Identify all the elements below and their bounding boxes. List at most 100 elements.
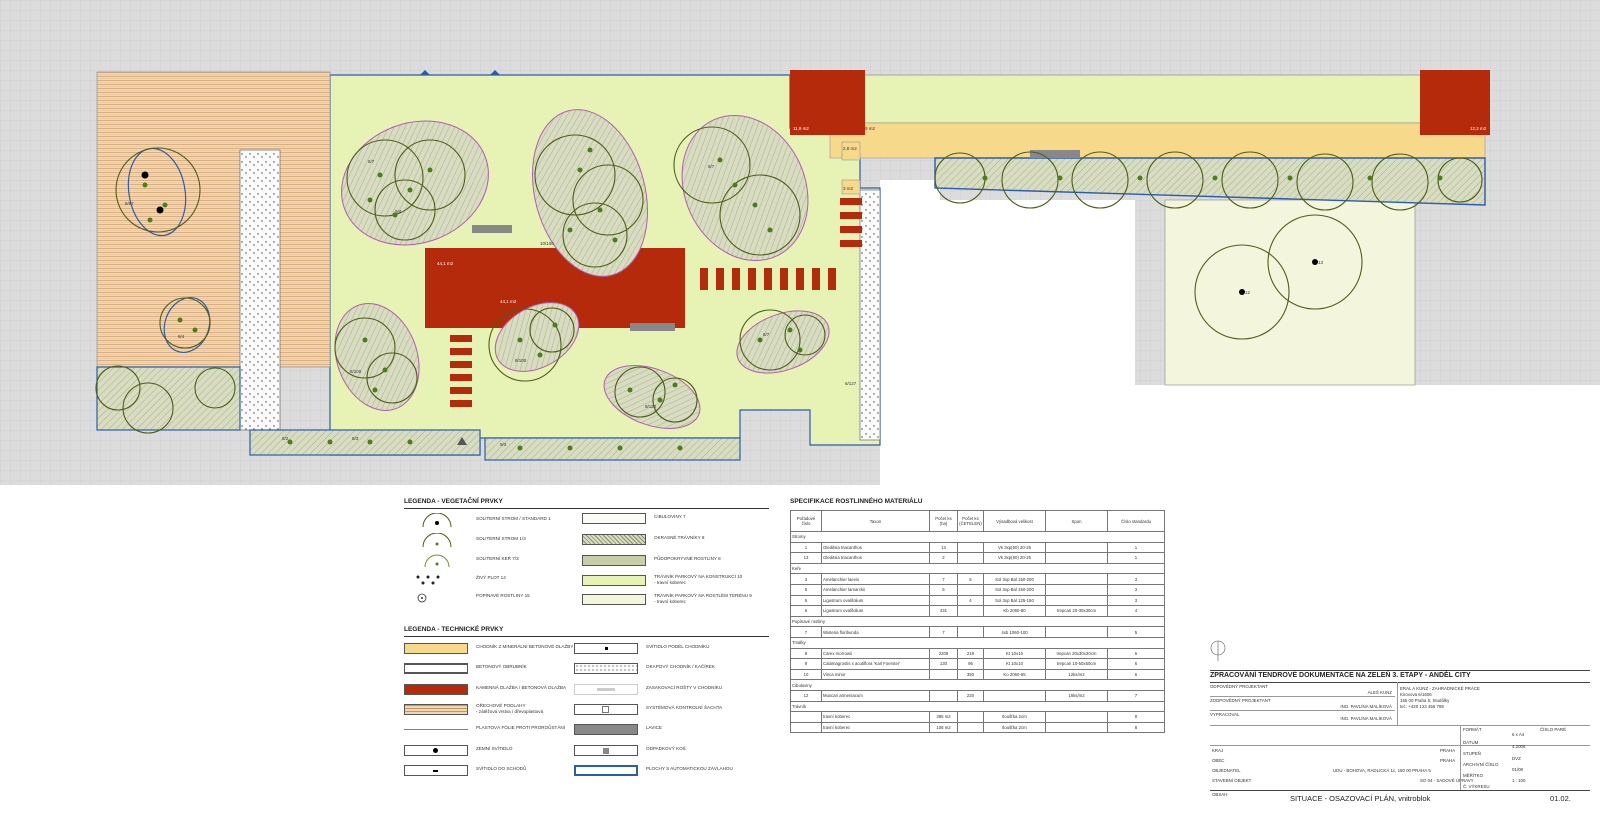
spec-cell: Vinca minor (821, 668, 930, 681)
spec-cell: 218 (957, 647, 984, 660)
legend-label: TRÁVNÍK PARKOVÝ NA KONSTRUKCI 10 (654, 574, 743, 579)
spec-cell: 1 (1107, 541, 1165, 554)
meta-label: ARCHIVNÍ ČÍSLO (1463, 762, 1499, 767)
irrigation-swatch (574, 765, 638, 776)
tb-label: ODPOVĚDNÝ PROJEKTANT (1210, 684, 1268, 689)
wood-deck (96, 71, 331, 368)
divider (1210, 710, 1395, 711)
meta-label: FORMÁT (1463, 727, 1482, 732)
spec-row: 9 Calamagrostis x acutiflora 'Karl Foerst… (790, 658, 1165, 670)
groundcover-bed-south (249, 429, 481, 456)
spec-cell (929, 689, 958, 702)
lawn-natural-ground (1164, 199, 1416, 386)
legend-label: PLASTOVÁ FÓLIE PROTI PROROŮSTÁNÍ (476, 725, 566, 730)
spec-cell: 9 (790, 658, 822, 670)
tree-label: 8/120 (645, 404, 657, 409)
spec-cell (957, 583, 984, 596)
legend-label: POPÍNAVÉ ROSTLINY 15 (476, 593, 530, 598)
tb-label: STAVEBNÍ OBJEKT (1212, 778, 1252, 783)
spec-cell (929, 668, 958, 681)
meta-label: Č. VÝKRESU (1463, 784, 1490, 789)
legend-label: SYSTÉMOVÁ KONTROLNÍ ŠACHTA (646, 705, 723, 710)
empty-area (935, 200, 1135, 485)
tree-label: 8/7 (763, 332, 770, 337)
spec-cell (929, 594, 958, 607)
spec-row: 6 Ligustrum ovalifolium 431 Kb 2060-80 trepc… (790, 605, 1165, 617)
legend-item: SOLITERNÍ STROM 1/3 (404, 533, 584, 549)
spec-row: 1 Gleditsia triacanthos 13 Vk 3xp(60) 20-25… (790, 541, 1165, 554)
spec-cell: Amelanchier lamarckii (821, 583, 930, 596)
site-plan-drawing: 8/7 10/100 8/7 8/100 8/100 8/120 8/7 8/8… (0, 0, 1600, 485)
bench (472, 225, 512, 233)
spec-cell: Amelanchier laevis (821, 573, 930, 585)
gravel-swatch (574, 663, 638, 674)
foil-line (404, 729, 468, 730)
tree-icon (422, 533, 452, 548)
spec-cell: Kt 10x10 (983, 647, 1046, 660)
spec-cell: 7 (1107, 689, 1165, 702)
legend-item: SOLITERNÍ STROM / STANDARD 1 (404, 513, 584, 529)
tree-label: 8/7 (368, 159, 375, 164)
legend-label: - zátěžová vrstva / dřevoplastová (476, 709, 544, 714)
spec-cell: 5 (1107, 626, 1165, 638)
tb-label: OBEC (1212, 758, 1225, 763)
spec-cell: 7 (929, 573, 958, 585)
spec-cell: 395 m2 (929, 711, 958, 723)
spec-cell (790, 721, 822, 734)
spec-header-cell: Číslo standardu (1107, 510, 1165, 532)
area-label: 11,9 m2 (793, 126, 809, 131)
legend-item: SVÍTIDLO PODÉL CHODNÍKU (574, 641, 764, 657)
legend-label: PLOCHY S AUTOMATICKOU ZÁVLAHOU (646, 766, 733, 771)
north-arrow-icon (1210, 640, 1226, 661)
divider (1397, 682, 1398, 725)
tree-label: 10/100 (540, 241, 554, 246)
spec-group-row: Stromy (790, 531, 1165, 543)
spec-cell: Gleditsia triacanthos (821, 541, 930, 554)
spec-cell: 12ks/m2 (1045, 668, 1108, 681)
legend-item: ZEMNÍ SVÍTIDLO (404, 743, 584, 759)
legend-label: - travní koberec (654, 599, 686, 604)
area-label: 9 m2 (865, 126, 876, 131)
spec-header-row: Pořadové číslo Taxon Počet ks (ha) Počet ks… (790, 510, 1165, 532)
legend-item: OŘECHOVÉ PODLAHY - zátěžová vrstva / dře… (404, 702, 584, 718)
walk-light-swatch (574, 643, 638, 654)
spec-cell: 3 (1107, 583, 1165, 596)
spec-row: 3 Amelanchier laevis 7 5 Sol 3xp Bal 150-200… (790, 573, 1165, 585)
spec-row: 5 Amelanchier lamarckii 5 Sol 3xp Bal 150-2… (790, 583, 1165, 596)
spec-cell: 2 (929, 552, 958, 564)
spec-cell: 4xb 1060-100 (983, 626, 1046, 638)
legend-label: ZEMNÍ SVÍTIDLO (476, 746, 513, 751)
legend-item: PLASTOVÁ FÓLIE PROTI PROROŮSTÁNÍ (404, 722, 584, 738)
spec-cell (983, 689, 1046, 702)
spec-cell: 130 (929, 658, 958, 670)
spec-header-cell: Počet ks (ha) (929, 510, 958, 532)
bin-swatch (574, 745, 638, 756)
project-title: ZPRACOVÁNÍ TENDROVÉ DOKUMENTACE NA ZELEŇ… (1210, 672, 1471, 679)
spec-cell: 5 (957, 573, 984, 585)
legend-item: ODPADKOVÝ KOŠ (574, 743, 764, 759)
tb-label: VYPRACOVAL (1210, 712, 1240, 717)
company-line: 155 00 Praha 5, Stodůlky (1400, 698, 1450, 703)
legend-label: SOLITERNÍ KEŘ 7/3 (476, 556, 519, 561)
spec-cell: trepcan 20-30x30cm (1045, 605, 1108, 617)
lawn-ground-swatch (582, 594, 646, 605)
legend-label: CHODNÍK Z MINERÁLNÍ BETONOVÉ DLAŽBY (476, 644, 574, 649)
grate-swatch (574, 684, 638, 695)
gravel-strip-west (239, 149, 281, 431)
spec-row: 8 Carex morrowii 2209 218 Kt 10x10 trepcan 20… (790, 647, 1165, 660)
spec-cell (957, 626, 984, 638)
legend-item: OKAPOVÝ CHODNÍK / KAČÍREK (574, 661, 764, 677)
groundcover-bed-south2 (484, 437, 741, 461)
spec-cell (957, 541, 984, 554)
tb-value: UDU - BOHOVA, RADLICKÁ 1c, 150 00 PRAHA … (1333, 768, 1431, 773)
spec-cell: 96 (957, 658, 984, 670)
spec-row: 13 Gleditsia triacanthos 2 Vk 3xp(60) 20-25… (790, 552, 1165, 564)
spec-cell: trepcan 10-50x50cm (1045, 658, 1108, 670)
walkway-swatch (404, 643, 468, 654)
divider (1210, 725, 1590, 726)
spec-group-label: Trvalky (790, 636, 1165, 649)
legend-label: CIBULOVINY 7 (654, 514, 686, 519)
legend-item: TRÁVNÍK PARKOVÝ NA KONSTRUKCI 10 - travn… (582, 573, 772, 589)
area-label: 2,8 m2 (843, 146, 857, 151)
spec-cell: Vk 3xp(60) 20-25 (983, 552, 1046, 564)
